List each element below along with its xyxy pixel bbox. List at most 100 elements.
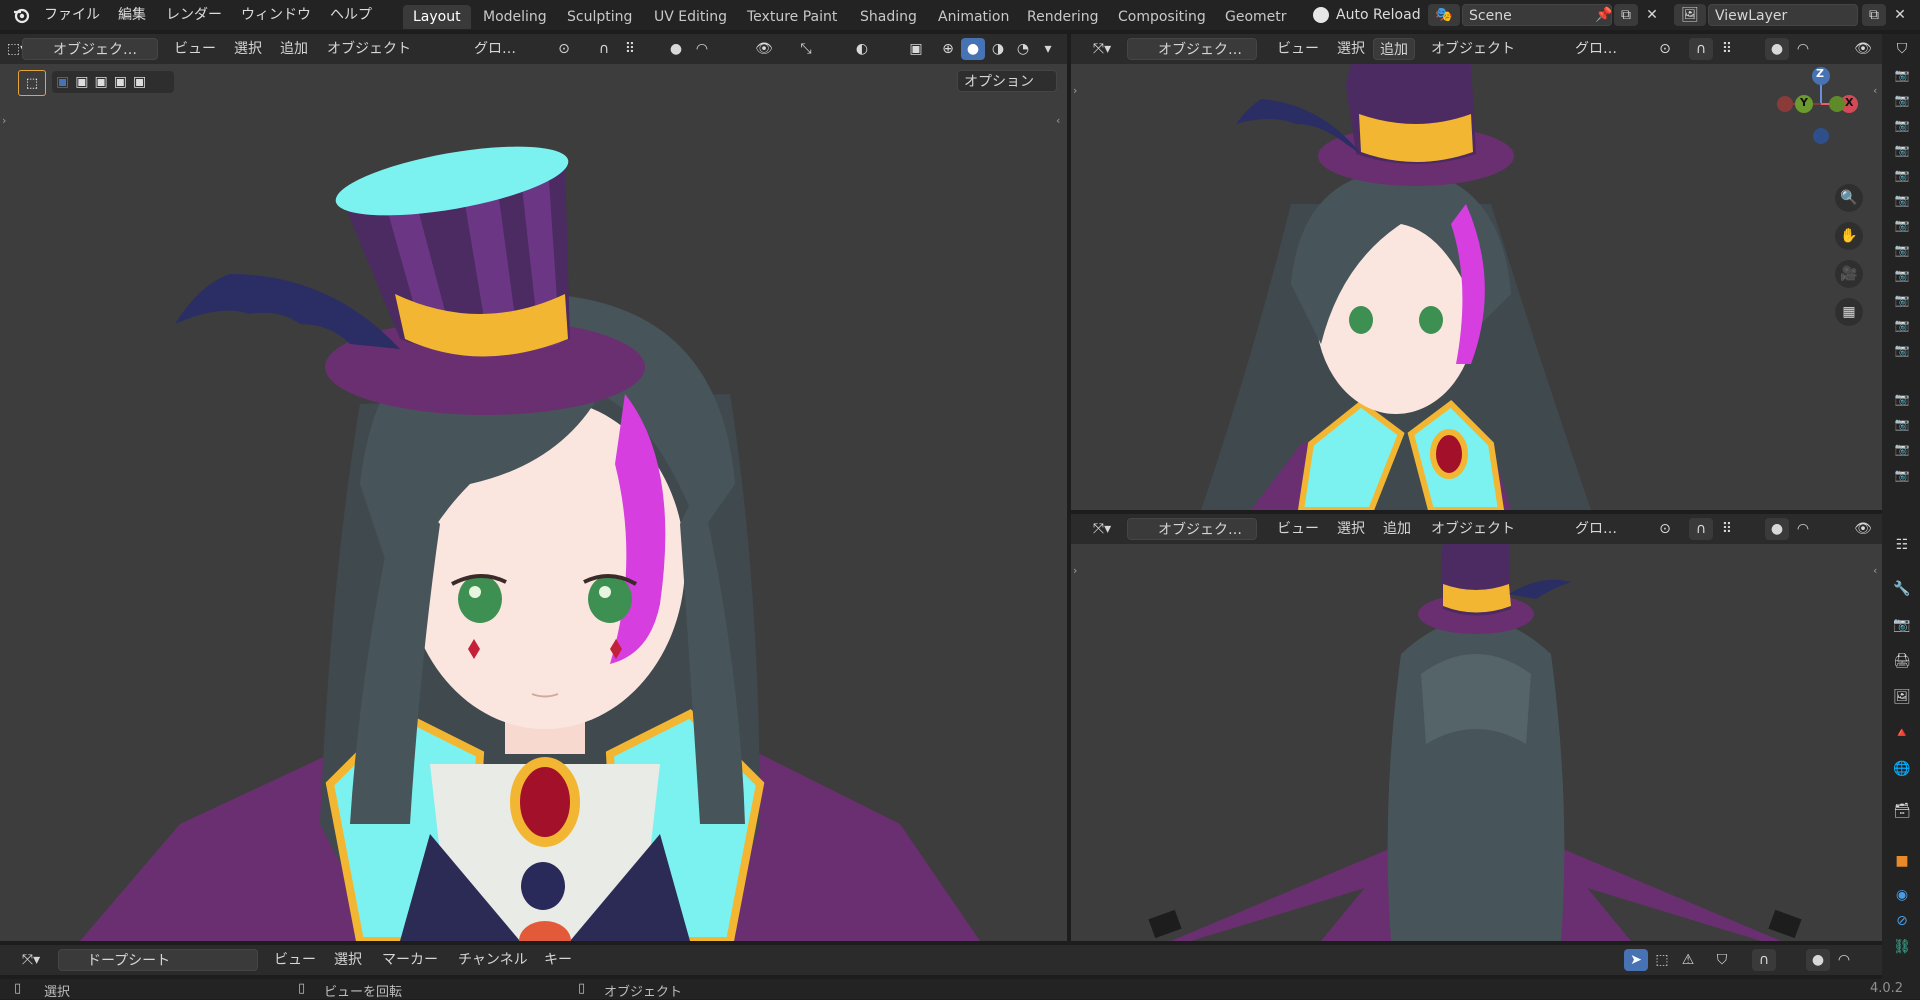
physics-properties-icon[interactable]: ◉ bbox=[1890, 884, 1914, 906]
menu-object[interactable]: オブジェクト bbox=[327, 38, 411, 60]
menu-view-br[interactable]: ビュー bbox=[1277, 518, 1319, 540]
new-scene-icon[interactable]: ⧉ bbox=[1614, 4, 1638, 26]
menu-select-tr[interactable]: 選択 bbox=[1337, 38, 1365, 60]
pin-icon[interactable]: 📌 bbox=[1592, 4, 1616, 26]
view-layer-field[interactable]: ViewLayer bbox=[1708, 4, 1858, 26]
data-properties-icon[interactable]: ⛓ bbox=[1890, 936, 1914, 958]
transform-orientation-tr[interactable]: グロ… bbox=[1549, 38, 1665, 60]
pivot-point-icon-tr[interactable]: ⊙ bbox=[1653, 38, 1677, 60]
navigation-gizmo[interactable]: Z Y X bbox=[1771, 64, 1871, 184]
falloff-icon[interactable]: ◠ bbox=[690, 38, 714, 60]
camera-visibility-icon[interactable]: 📷 bbox=[1890, 114, 1914, 136]
camera-visibility-icon[interactable]: 📷 bbox=[1890, 413, 1914, 435]
world-properties-icon[interactable]: 🌐 bbox=[1890, 758, 1914, 780]
transform-orientation[interactable]: グロ… bbox=[448, 38, 564, 60]
delete-scene-icon[interactable]: ✕ bbox=[1640, 4, 1664, 26]
constraints-properties-icon[interactable]: ⊘ bbox=[1890, 910, 1914, 932]
tab-uv-editing[interactable]: UV Editing bbox=[644, 5, 737, 29]
pivot-point-icon-br[interactable]: ⊙ bbox=[1653, 518, 1677, 540]
filter-icon[interactable]: ⛉ bbox=[1710, 949, 1734, 971]
auto-reload-icon[interactable] bbox=[1313, 7, 1329, 23]
menu-select-br[interactable]: 選択 bbox=[1337, 518, 1365, 540]
menu-help[interactable]: ヘルプ bbox=[330, 5, 372, 25]
tab-geometry[interactable]: Geometr bbox=[1215, 5, 1297, 29]
overlay-icon[interactable]: ◐ bbox=[850, 38, 874, 60]
auto-reload-label[interactable]: Auto Reload bbox=[1336, 5, 1421, 25]
tab-sculpting[interactable]: Sculpting bbox=[557, 5, 642, 29]
scene-field[interactable]: Scene bbox=[1462, 4, 1612, 26]
editor-type-icon-br[interactable]: ⤧▾ bbox=[1085, 518, 1119, 540]
camera-visibility-icon[interactable]: 📷 bbox=[1890, 239, 1914, 261]
shading-material-icon[interactable]: ◑ bbox=[986, 38, 1010, 60]
dopesheet-mode-selector[interactable]: ドープシート bbox=[58, 949, 258, 971]
falloff-icon-tr[interactable]: ◠ bbox=[1791, 38, 1815, 60]
outliner-filter-icon[interactable]: ⛉ bbox=[1890, 38, 1914, 60]
menu-add-br[interactable]: 追加 bbox=[1383, 518, 1411, 540]
perspective-toggle-icon[interactable]: ▦ bbox=[1835, 298, 1863, 326]
menu-add-tr[interactable]: 追加 bbox=[1373, 38, 1415, 60]
snap-target-icon-br[interactable]: ⠿ bbox=[1715, 518, 1739, 540]
tab-rendering[interactable]: Rendering bbox=[1017, 5, 1109, 29]
tab-texture-paint[interactable]: Texture Paint bbox=[737, 5, 847, 29]
snap-icon[interactable]: ∩ bbox=[592, 38, 616, 60]
main-viewport[interactable]: ⬚ ▣ ▣ ▣ ▣ ▣ オプション › ‹ bbox=[0, 64, 1067, 941]
bottom-right-viewport[interactable]: › ‹ bbox=[1071, 544, 1882, 941]
show-hidden-icon[interactable]: ⬚ bbox=[1650, 949, 1674, 971]
camera-visibility-icon[interactable]: 📷 bbox=[1890, 438, 1914, 460]
menu-object-br[interactable]: オブジェクト bbox=[1431, 518, 1515, 540]
gizmo-toggle-icon[interactable]: ⤡ bbox=[794, 38, 818, 60]
view-layer-properties-icon[interactable]: 🖼 bbox=[1890, 686, 1914, 708]
dopesheet-menu-select[interactable]: 選択 bbox=[334, 949, 362, 971]
camera-visibility-icon[interactable]: 📷 bbox=[1890, 89, 1914, 111]
menu-render[interactable]: レンダー bbox=[166, 5, 222, 25]
scene-properties-icon[interactable]: 🔺 bbox=[1890, 722, 1914, 744]
tab-modeling[interactable]: Modeling bbox=[473, 5, 557, 29]
tab-animation[interactable]: Animation bbox=[928, 5, 1019, 29]
snap-icon-tr[interactable]: ∩ bbox=[1689, 38, 1713, 60]
xray-icon[interactable]: ▣ bbox=[904, 38, 928, 60]
snap-target-icon-tr[interactable]: ⠿ bbox=[1715, 38, 1739, 60]
transform-orientation-br[interactable]: グロ… bbox=[1549, 518, 1665, 540]
proportional-edit-icon[interactable]: ● bbox=[664, 38, 688, 60]
only-errors-icon[interactable]: ⚠ bbox=[1676, 949, 1700, 971]
camera-visibility-icon[interactable]: 📷 bbox=[1890, 339, 1914, 361]
collection-properties-icon[interactable]: 🗃 bbox=[1890, 800, 1914, 822]
visibility-icon-br[interactable]: 👁 bbox=[1851, 518, 1875, 540]
proportional-edit-icon-br[interactable]: ● bbox=[1765, 518, 1789, 540]
dopesheet-falloff-icon[interactable]: ◠ bbox=[1832, 949, 1856, 971]
object-properties-icon[interactable]: ■ bbox=[1890, 850, 1914, 872]
menu-select[interactable]: 選択 bbox=[234, 38, 262, 60]
dopesheet-menu-marker[interactable]: マーカー bbox=[382, 949, 438, 971]
camera-view-icon[interactable]: 🎥 bbox=[1835, 260, 1863, 288]
dopesheet-proportional-icon[interactable]: ● bbox=[1806, 949, 1830, 971]
camera-visibility-icon[interactable]: 📷 bbox=[1890, 314, 1914, 336]
top-right-viewport[interactable]: › ‹ Z Y X 🔍 ✋ 🎥 ▦ bbox=[1071, 64, 1882, 510]
editor-type-icon-tr[interactable]: ⤧▾ bbox=[1085, 38, 1119, 60]
menu-add[interactable]: 追加 bbox=[280, 38, 308, 60]
camera-visibility-icon[interactable]: 📷 bbox=[1890, 189, 1914, 211]
camera-visibility-icon[interactable]: 📷 bbox=[1890, 464, 1914, 486]
camera-visibility-icon[interactable]: 📷 bbox=[1890, 264, 1914, 286]
blender-logo-icon[interactable] bbox=[12, 6, 30, 24]
menu-file[interactable]: ファイル bbox=[44, 5, 100, 25]
pivot-point-icon[interactable]: ⊙ bbox=[552, 38, 576, 60]
properties-editor-icon[interactable]: ☷ bbox=[1890, 534, 1914, 556]
camera-visibility-icon[interactable]: 📷 bbox=[1890, 64, 1914, 86]
view-layer-selector-icon[interactable]: 🖼 bbox=[1674, 4, 1706, 26]
menu-view-tr[interactable]: ビュー bbox=[1277, 38, 1319, 60]
zoom-icon[interactable]: 🔍 bbox=[1835, 184, 1863, 212]
render-properties-icon[interactable]: 📷 bbox=[1890, 614, 1914, 636]
visibility-icon-tr[interactable]: 👁 bbox=[1851, 38, 1875, 60]
tool-properties-icon[interactable]: 🔧 bbox=[1890, 578, 1914, 600]
camera-visibility-icon[interactable]: 📷 bbox=[1890, 388, 1914, 410]
tab-shading[interactable]: Shading bbox=[850, 5, 927, 29]
editor-type-icon-dopesheet[interactable]: ⤧▾ bbox=[14, 949, 48, 971]
dopesheet-snap-icon[interactable]: ∩ bbox=[1752, 949, 1776, 971]
menu-window[interactable]: ウィンドウ bbox=[241, 5, 311, 25]
tab-compositing[interactable]: Compositing bbox=[1108, 5, 1216, 29]
dopesheet-menu-view[interactable]: ビュー bbox=[274, 949, 316, 971]
camera-visibility-icon[interactable]: 📷 bbox=[1890, 139, 1914, 161]
mode-selector-br[interactable]: オブジェク… bbox=[1127, 518, 1257, 540]
camera-visibility-icon[interactable]: 📷 bbox=[1890, 214, 1914, 236]
snap-target-icon[interactable]: ⠿ bbox=[618, 38, 642, 60]
